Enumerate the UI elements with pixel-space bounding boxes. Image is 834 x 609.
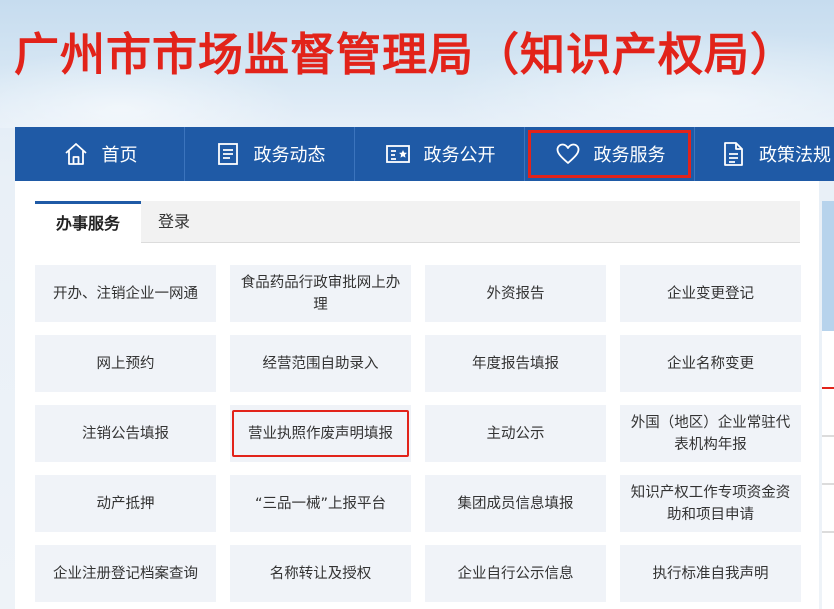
nav-item-news[interactable]: 政务动态 xyxy=(185,127,355,181)
service-voluntary-disclosure[interactable]: 主动公示 xyxy=(425,405,606,462)
nav-item-label: 政务公开 xyxy=(423,145,496,166)
service-three-products-platform[interactable]: “三品一械”上报平台 xyxy=(230,475,411,532)
nav-item-label: 政务动态 xyxy=(253,145,326,166)
service-ip-funding-application[interactable]: 知识产权工作专项资金资助和项目申请 xyxy=(620,475,801,532)
nav-item-home[interactable]: 首页 xyxy=(15,127,185,181)
service-foreign-investment-report[interactable]: 外资报告 xyxy=(425,265,606,322)
service-group-member-info[interactable]: 集团成员信息填报 xyxy=(425,475,606,532)
service-annual-report[interactable]: 年度报告填报 xyxy=(425,335,606,392)
service-one-stop-open-close[interactable]: 开办、注销企业一网通 xyxy=(35,265,216,322)
tab-services[interactable]: 办事服务 xyxy=(35,201,141,244)
nav-item-disclosure[interactable]: 政务公开 xyxy=(355,127,525,181)
service-license-void-statement[interactable]: 营业执照作废声明填报 xyxy=(230,405,411,462)
service-foreign-rep-office-report[interactable]: 外国（地区）企业常驻代表机构年报 xyxy=(620,405,801,462)
side-panel-edge xyxy=(822,201,834,609)
service-registration-archive-query[interactable]: 企业注册登记档案查询 xyxy=(35,545,216,602)
content-panel: 办事服务 登录 开办、注销企业一网通 食品药品行政审批网上办理 外资报告 企业变… xyxy=(15,181,819,609)
nav-item-services[interactable]: 政务服务 xyxy=(525,127,695,181)
service-business-scope-entry[interactable]: 经营范围自助录入 xyxy=(230,335,411,392)
service-food-drug-approval[interactable]: 食品药品行政审批网上办理 xyxy=(230,265,411,322)
home-icon xyxy=(62,140,90,168)
service-enterprise-change-registration[interactable]: 企业变更登记 xyxy=(620,265,801,322)
service-online-appointment[interactable]: 网上预约 xyxy=(35,335,216,392)
service-standard-declaration[interactable]: 执行标准自我声明 xyxy=(620,545,801,602)
nav-item-label: 政策法规 xyxy=(759,145,831,166)
service-tabs: 办事服务 登录 xyxy=(35,201,800,244)
tab-login[interactable]: 登录 xyxy=(141,201,207,243)
main-nav: 首页 政务动态 政务公开 政务服务 政策法规 xyxy=(15,127,834,181)
document-icon xyxy=(719,140,747,168)
site-title: 广州市市场监督管理局（知识产权局） xyxy=(14,28,797,81)
service-name-transfer[interactable]: 名称转让及授权 xyxy=(230,545,411,602)
service-name-change[interactable]: 企业名称变更 xyxy=(620,335,801,392)
service-deregistration-notice[interactable]: 注销公告填报 xyxy=(35,405,216,462)
star-card-icon xyxy=(384,140,412,168)
news-list-icon xyxy=(214,140,242,168)
heart-icon xyxy=(554,140,582,168)
service-self-disclosure[interactable]: 企业自行公示信息 xyxy=(425,545,606,602)
nav-item-label: 首页 xyxy=(101,145,138,166)
nav-item-label: 政务服务 xyxy=(593,145,666,166)
nav-item-policy[interactable]: 政策法规 xyxy=(695,127,834,181)
service-chattel-mortgage[interactable]: 动产抵押 xyxy=(35,475,216,532)
